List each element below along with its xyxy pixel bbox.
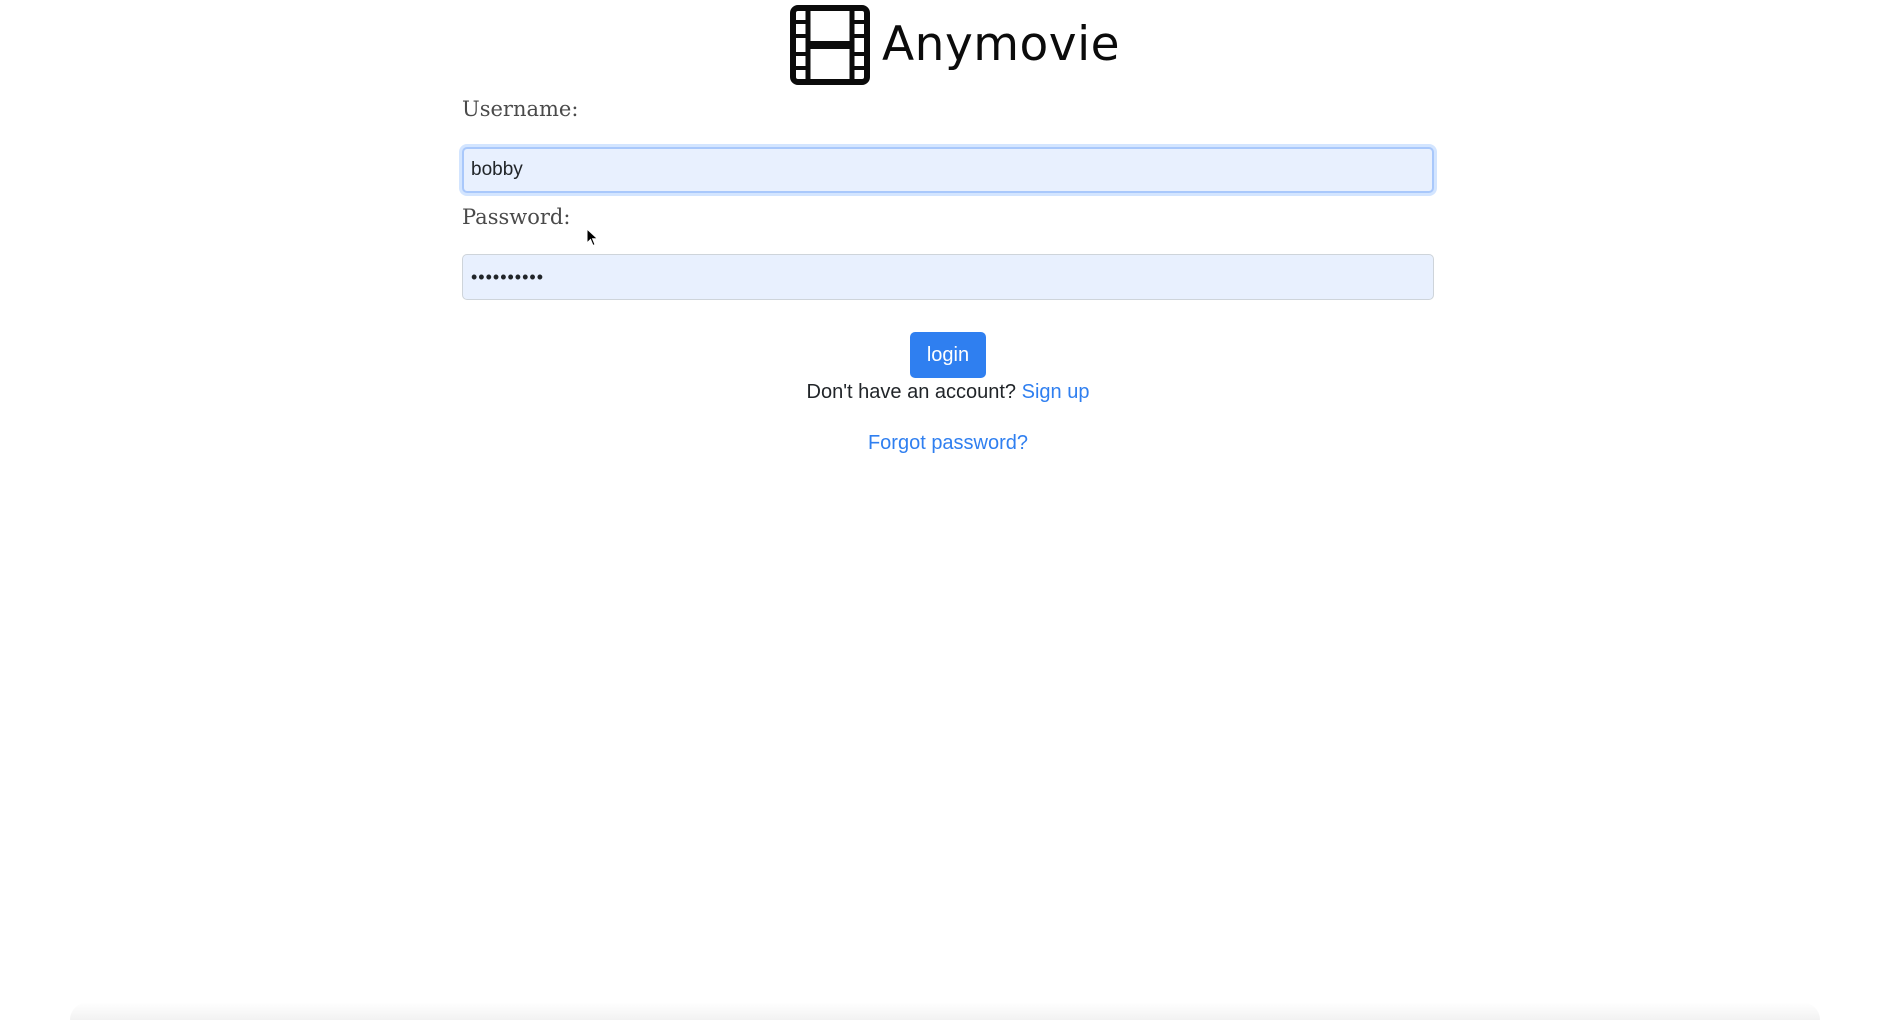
password-input[interactable]: [462, 254, 1434, 300]
username-label: Username:: [462, 97, 579, 121]
brand-logo: Anymovie: [790, 5, 1120, 85]
mouse-cursor-icon: [586, 228, 599, 247]
film-strip-icon: [790, 5, 870, 85]
signup-link[interactable]: Sign up: [1022, 381, 1090, 403]
window-bottom-shadow: [70, 1002, 1820, 1020]
password-label: Password:: [462, 205, 571, 229]
forgot-password-link[interactable]: Forgot password?: [868, 432, 1028, 454]
login-button[interactable]: login: [910, 332, 986, 378]
username-input[interactable]: [462, 147, 1434, 193]
signup-prompt-text: Don't have an account?: [806, 381, 1017, 403]
brand-name: Anymovie: [882, 17, 1121, 72]
signup-prompt: Don't have an account? Sign up: [0, 381, 1888, 404]
forgot-password-row: Forgot password?: [0, 432, 1888, 455]
